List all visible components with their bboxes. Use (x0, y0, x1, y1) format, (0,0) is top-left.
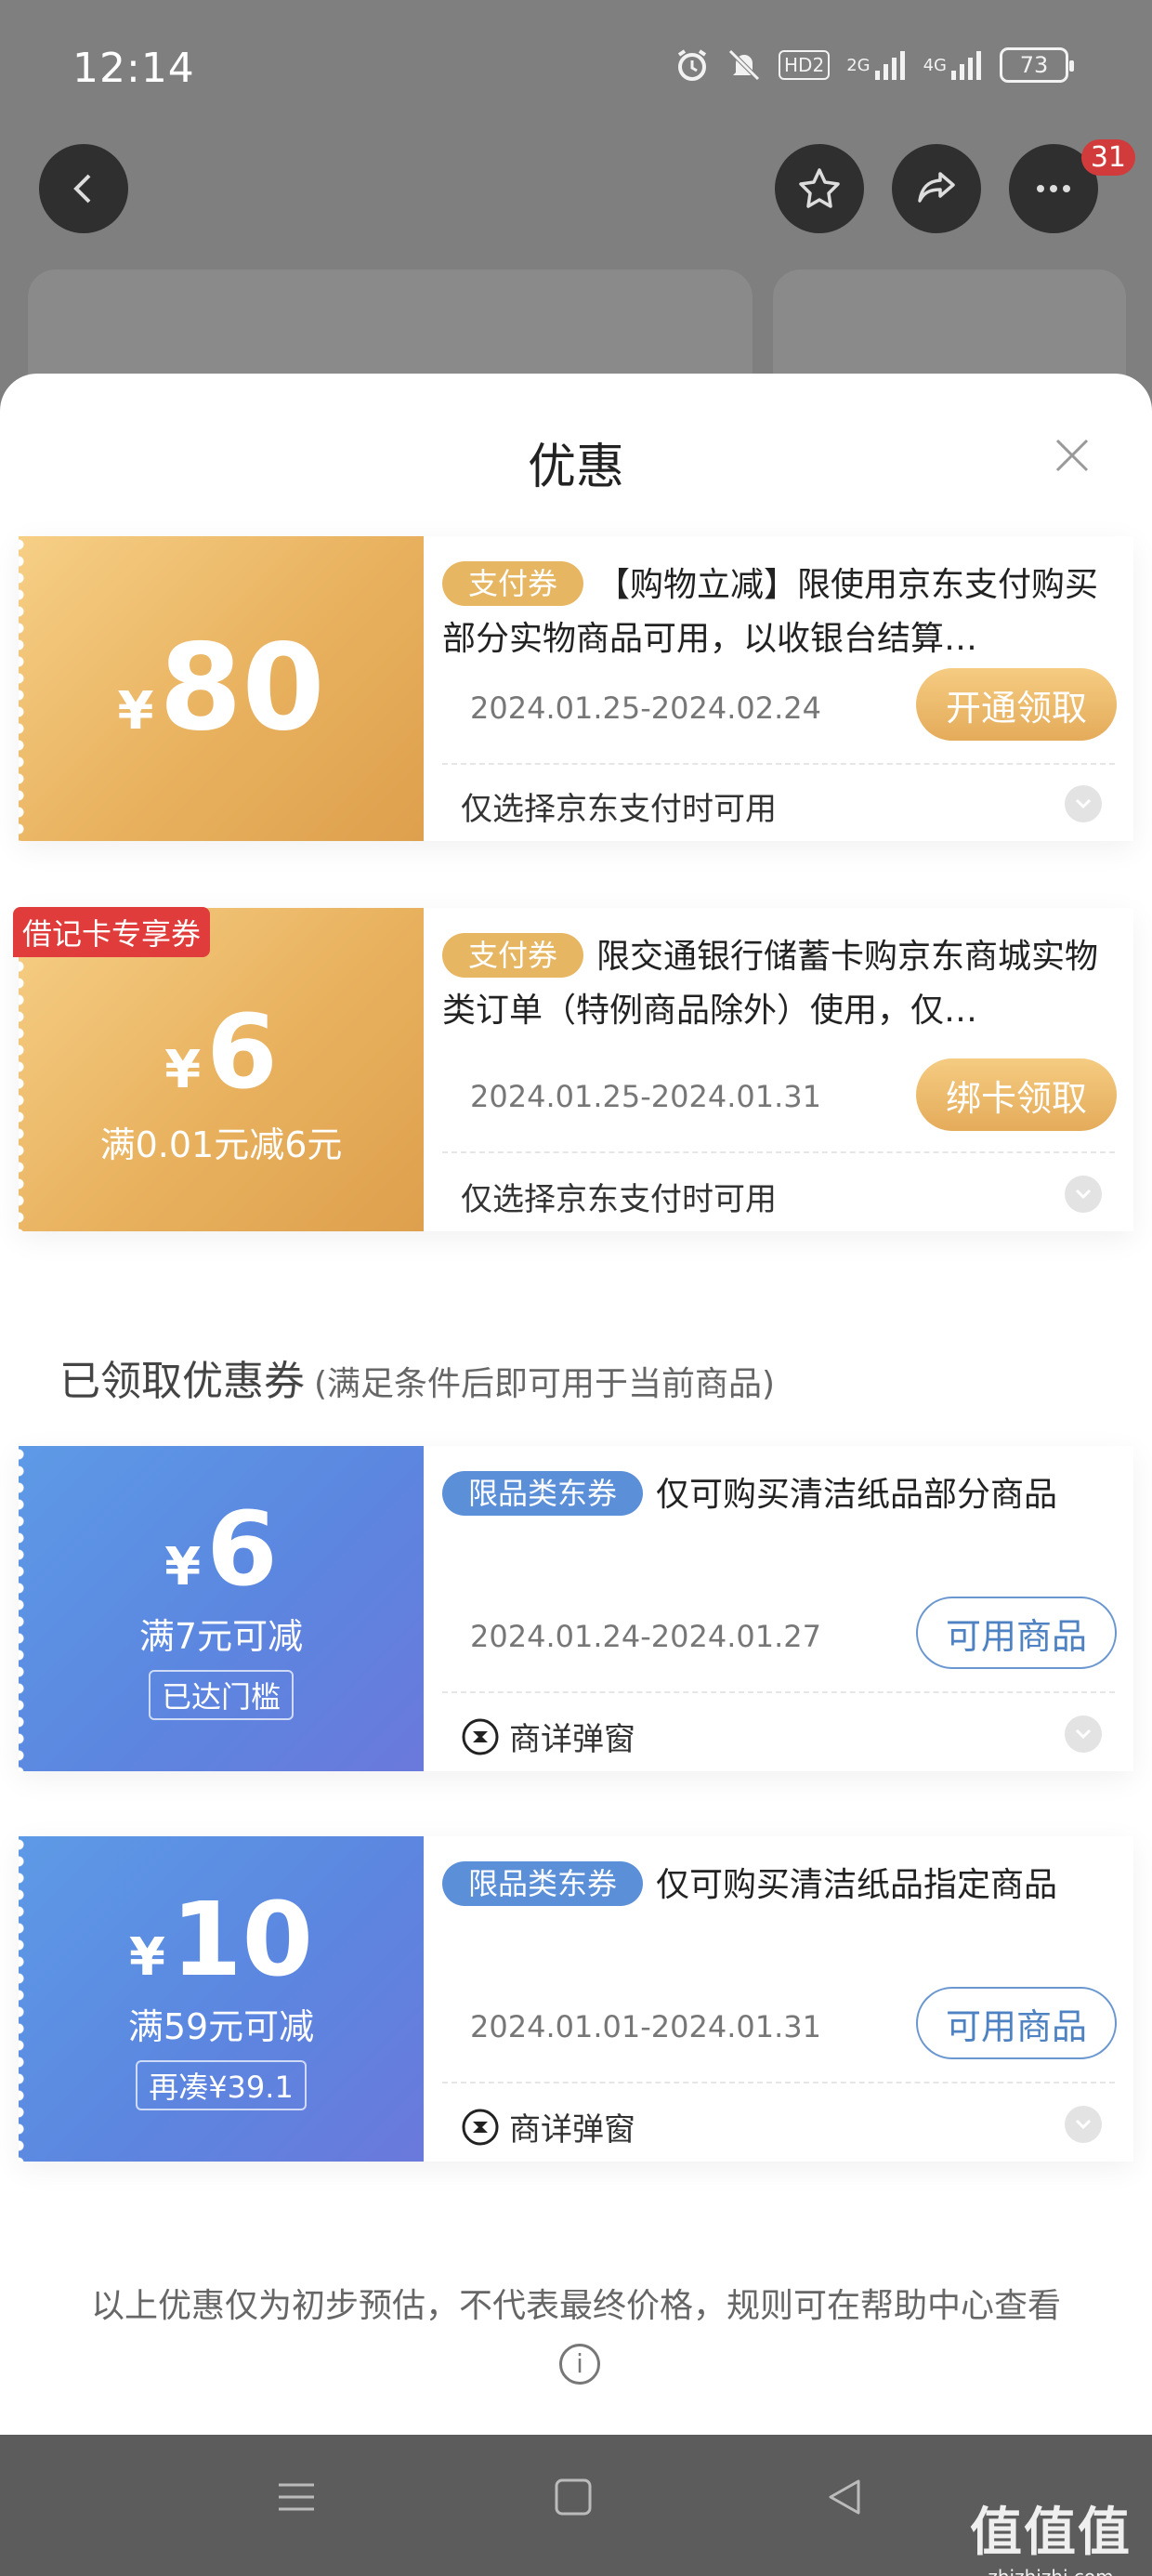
close-icon (1055, 439, 1089, 472)
coupon-footer-text: 仅选择京东支付时可用 (461, 791, 777, 828)
battery-level: 73 (1019, 52, 1049, 78)
more-dots-icon (1037, 185, 1070, 192)
amount-value: 6 (206, 992, 278, 1111)
share-icon (918, 172, 955, 203)
watermark-logo-text: 值值值 (970, 2503, 1132, 2563)
star-icon (799, 168, 840, 208)
amount-value: 10 (170, 1879, 314, 1999)
coupon-date: 2024.01.25-2024.02.24 (470, 690, 821, 726)
home-square-icon (555, 2478, 592, 2516)
coupon-footer: 商详弹窗 (461, 1714, 635, 1759)
coupon-footer-text: 商详弹窗 (509, 1721, 635, 1758)
coupon-amount: ¥ 6 (164, 1498, 278, 1600)
status-icons: HD2 2G 4G 73 (674, 46, 1074, 84)
expand-chevron-icon[interactable] (1065, 1176, 1102, 1213)
signal-4g-label: 4G (923, 55, 947, 75)
coupon-amount-panel: ¥ 6 满7元可减 已达门槛 (19, 1446, 424, 1771)
expand-chevron-icon[interactable] (1065, 1715, 1102, 1753)
coupon-amount: ¥ 10 (129, 1888, 313, 1991)
received-coupon-card[interactable]: ¥ 6 满7元可减 已达门槛 限品类东券 仅可购买清洁纸品部分商品 2024.01… (19, 1446, 1133, 1771)
product-popup-icon (462, 2109, 499, 2145)
mute-bell-icon (727, 46, 762, 84)
coupon-description: 支付券 限交通银行储蓄卡购京东商城实物类订单（特例商品除外）使用，仅… (442, 930, 1111, 1038)
menu-nav-button[interactable] (275, 2476, 318, 2522)
site-watermark: 值值值 zhizhizhi.com (970, 2491, 1132, 2576)
claim-button[interactable]: 开通领取 (916, 668, 1117, 741)
hd-voice-icon: HD2 (779, 50, 831, 80)
coupon-card[interactable]: ¥ 80 支付券 【购物立减】限使用京东支付购买部分实物商品可用，以收银台结算… … (19, 536, 1133, 841)
currency-symbol: ¥ (164, 1039, 202, 1100)
coupon-condition: 满0.01元减6元 (99, 1124, 343, 1165)
status-bar: 12:14 HD2 2G 4G 73 (0, 0, 1152, 139)
bind-card-claim-button[interactable]: 绑卡领取 (916, 1058, 1117, 1131)
home-nav-button[interactable] (552, 2476, 595, 2522)
debit-card-exclusive-tag: 借记卡专享券 (13, 907, 211, 957)
coupon-type-chip: 支付券 (442, 561, 584, 606)
currency-symbol: ¥ (164, 1536, 202, 1597)
coupon-footer: 商详弹窗 (461, 2104, 635, 2149)
favorite-button[interactable] (775, 144, 864, 233)
received-coupons-title: 已领取优惠券 (满足条件后即可用于当前商品) (59, 1347, 775, 1407)
eligible-products-button[interactable]: 可用商品 (916, 1597, 1117, 1669)
coupon-amount: ¥ 80 (117, 629, 324, 748)
back-button[interactable] (39, 144, 128, 233)
currency-symbol: ¥ (128, 1926, 165, 1988)
expand-chevron-icon[interactable] (1065, 785, 1102, 822)
coupon-description: 限品类东券 仅可购买清洁纸品部分商品 (442, 1468, 1111, 1522)
coupon-footer: 仅选择京东支付时可用 (461, 783, 777, 829)
coupon-date: 2024.01.24-2024.01.27 (470, 1619, 821, 1654)
section-title-text: 已领取优惠券 (59, 1358, 305, 1405)
menu-icon (279, 2483, 314, 2511)
product-popup-icon (462, 1718, 499, 1755)
received-coupon-card[interactable]: ¥ 10 满59元可减 再凑¥39.1 限品类东券 仅可购买清洁纸品指定商品 20… (19, 1836, 1133, 2162)
info-icon[interactable]: i (559, 2344, 600, 2385)
status-time: 12:14 (72, 45, 195, 92)
coupon-footer-text: 商详弹窗 (509, 2111, 635, 2149)
disclaimer-text: 以上优惠仅为初步预估，不代表最终价格，规则可在帮助中心查看 (90, 2287, 1061, 2325)
coupon-amount-panel: ¥ 10 满59元可减 再凑¥39.1 (19, 1836, 424, 2162)
threshold-status-tag: 已达门槛 (148, 1669, 294, 1720)
coupon-description-text: 仅可购买清洁纸品指定商品 (656, 1866, 1058, 1904)
coupon-condition: 满59元可减 (127, 2005, 315, 2047)
battery-icon: 73 (1000, 47, 1074, 83)
coupon-amount: ¥ 6 (164, 1001, 278, 1103)
close-button[interactable] (1048, 431, 1096, 480)
expand-chevron-icon[interactable] (1065, 2106, 1102, 2143)
signal-2g-label: 2G (846, 55, 871, 75)
coupon-footer-text: 仅选择京东支付时可用 (461, 1181, 777, 1218)
watermark-url: zhizhizhi.com (970, 2566, 1132, 2576)
coupon-type-chip: 限品类东券 (442, 1471, 644, 1516)
back-nav-button[interactable] (823, 2476, 866, 2522)
threshold-status-tag: 再凑¥39.1 (136, 2059, 307, 2110)
coupon-type-chip: 支付券 (442, 933, 584, 978)
signal-2g-icon: 2G (846, 46, 906, 84)
alarm-icon (674, 46, 710, 84)
section-subtitle: (满足条件后即可用于当前商品) (314, 1365, 776, 1403)
coupon-description: 限品类东券 仅可购买清洁纸品指定商品 (442, 1859, 1111, 1912)
share-button[interactable] (892, 144, 981, 233)
coupon-date: 2024.01.01-2024.01.31 (470, 2009, 821, 2044)
back-triangle-icon (829, 2479, 860, 2515)
sheet-title: 优惠 (527, 440, 624, 495)
coupon-description: 支付券 【购物立减】限使用京东支付购买部分实物商品可用，以收银台结算… (442, 559, 1111, 666)
signal-4g-icon: 4G (923, 46, 983, 84)
coupon-footer: 仅选择京东支付时可用 (461, 1174, 777, 1219)
currency-symbol: ¥ (117, 681, 154, 742)
eligible-products-button[interactable]: 可用商品 (916, 1987, 1117, 2059)
coupon-description-text: 仅可购买清洁纸品部分商品 (656, 1476, 1058, 1514)
amount-value: 80 (159, 619, 325, 757)
back-arrow-icon (73, 174, 91, 204)
coupon-condition: 满7元可减 (138, 1615, 304, 1657)
notification-badge: 31 (1080, 139, 1135, 176)
coupon-amount-panel: ¥ 80 (19, 536, 424, 841)
amount-value: 6 (206, 1489, 278, 1609)
coupon-type-chip: 限品类东券 (442, 1861, 644, 1906)
coupon-date: 2024.01.25-2024.01.31 (470, 1079, 821, 1114)
pricing-disclaimer: 以上优惠仅为初步预估，不代表最终价格，规则可在帮助中心查看 i (74, 2282, 1078, 2385)
